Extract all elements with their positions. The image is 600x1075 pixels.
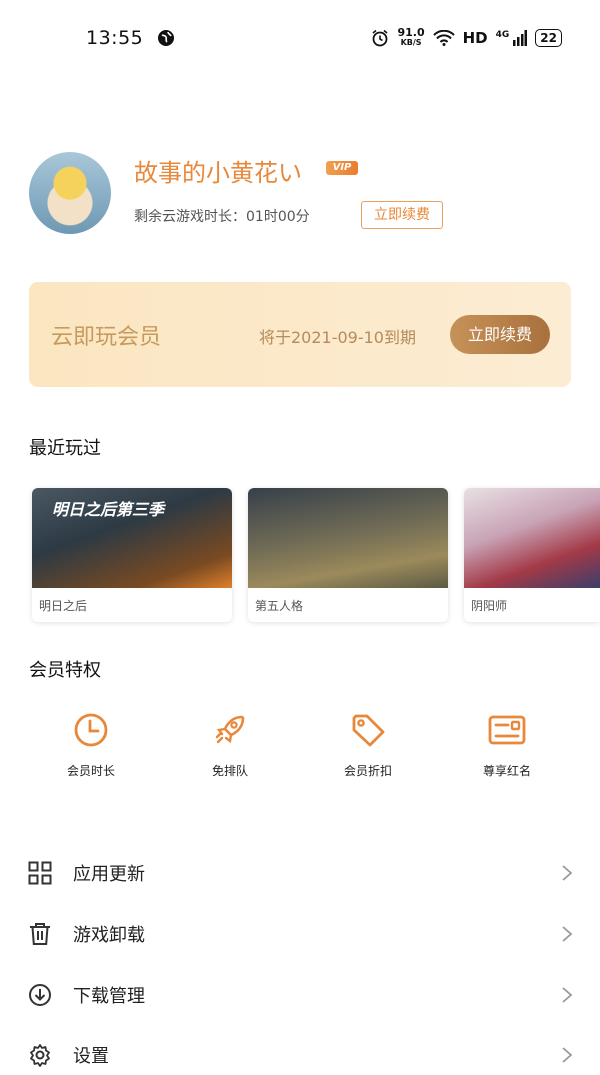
hd-indicator: HD bbox=[462, 29, 488, 47]
membership-expire: 将于2021-09-10到期 bbox=[259, 328, 416, 347]
privileges-title: 会员特权 bbox=[29, 660, 101, 681]
game-name: 第五人格 bbox=[255, 599, 304, 613]
wifi-icon bbox=[432, 30, 455, 46]
privilege-label: 免排队 bbox=[211, 764, 248, 778]
download-icon bbox=[29, 984, 51, 1006]
status-bar: 13:55 91.0 KB/S HD 4G 22 bbox=[0, 0, 600, 76]
battery-indicator: 22 bbox=[535, 29, 562, 47]
clock-icon bbox=[74, 713, 108, 747]
chevron-right-icon bbox=[562, 1047, 573, 1063]
renew-membership-button[interactable]: 立即续费 bbox=[450, 315, 550, 354]
globe-icon bbox=[158, 30, 175, 46]
game-thumbnail bbox=[464, 488, 600, 588]
privilege-member-time[interactable]: 会员时长 bbox=[31, 712, 151, 779]
gear-icon bbox=[30, 1044, 50, 1067]
menu-settings[interactable]: 设置 bbox=[0, 1035, 600, 1075]
privilege-label: 会员时长 bbox=[66, 764, 115, 778]
game-name: 阴阳师 bbox=[471, 599, 508, 613]
membership-card: 云即玩会员 将于2021-09-10到期 立即续费 bbox=[29, 282, 571, 387]
grid-icon bbox=[28, 861, 52, 885]
chevron-right-icon bbox=[562, 865, 573, 881]
game-card-yinyangshi[interactable]: 阴阳师 bbox=[464, 488, 600, 622]
menu-label: 下载管理 bbox=[73, 986, 145, 1007]
game-thumbnail-caption: 明日之后第三季 bbox=[52, 500, 165, 519]
recent-title: 最近玩过 bbox=[29, 438, 101, 459]
privilege-label: 尊享红名 bbox=[482, 764, 531, 778]
game-thumbnail bbox=[248, 488, 448, 588]
game-card-diwurenge[interactable]: 第五人格 bbox=[248, 488, 448, 622]
avatar[interactable] bbox=[29, 152, 111, 234]
tag-icon bbox=[352, 714, 385, 747]
id-card-icon bbox=[488, 715, 526, 745]
menu-label: 设置 bbox=[73, 1046, 109, 1067]
menu-label: 应用更新 bbox=[73, 864, 145, 885]
membership-title: 云即玩会员 bbox=[51, 325, 162, 350]
privilege-no-queue[interactable]: 免排队 bbox=[170, 712, 290, 779]
chevron-right-icon bbox=[562, 987, 573, 1003]
network-speed: 91.0 KB/S bbox=[397, 26, 425, 47]
renew-time-button[interactable]: 立即续费 bbox=[361, 201, 443, 229]
game-card-mingrizhihou[interactable]: 明日之后第三季 明日之后 bbox=[32, 488, 232, 622]
trash-icon bbox=[30, 923, 50, 945]
rocket-icon bbox=[215, 715, 245, 744]
privilege-red-name[interactable]: 尊享红名 bbox=[447, 712, 567, 779]
alarm-icon bbox=[372, 29, 388, 47]
vip-badge: VIP bbox=[326, 161, 358, 175]
menu-label: 游戏卸载 bbox=[73, 925, 145, 946]
menu-download-manage[interactable]: 下载管理 bbox=[0, 975, 600, 1015]
network-type: 4G bbox=[495, 30, 510, 40]
status-time: 13:55 bbox=[86, 27, 144, 49]
chevron-right-icon bbox=[562, 926, 573, 942]
privilege-label: 会员折扣 bbox=[343, 764, 392, 778]
remaining-time: 剩余云游戏时长：01时00分 bbox=[134, 209, 310, 225]
menu-app-update[interactable]: 应用更新 bbox=[0, 853, 600, 893]
game-name: 明日之后 bbox=[39, 599, 88, 613]
username: 故事的小黄花い bbox=[134, 159, 302, 187]
privilege-discount[interactable]: 会员折扣 bbox=[308, 712, 428, 779]
signal-icon bbox=[513, 30, 528, 46]
menu-game-uninstall[interactable]: 游戏卸载 bbox=[0, 914, 600, 954]
